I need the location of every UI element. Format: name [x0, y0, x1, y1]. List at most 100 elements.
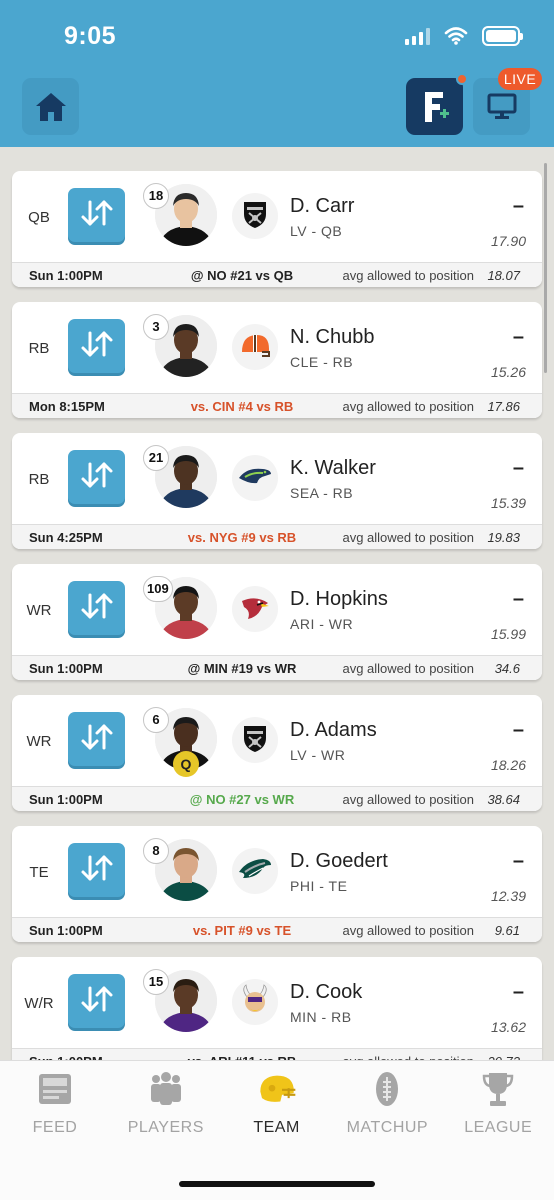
game-time: Sun 4:25PM [29, 530, 103, 545]
swap-arrows-icon [79, 592, 115, 625]
player-team-position: MIN - RB [290, 1009, 352, 1025]
vikings-logo-icon [238, 983, 272, 1022]
player-team-position: SEA - RB [290, 485, 354, 501]
swap-player-button[interactable] [68, 188, 125, 242]
home-button[interactable] [22, 78, 79, 135]
matchup-footer: Sun 1:00PM @ NO #21 vs QB avg allowed to p… [12, 262, 542, 287]
swap-arrows-icon [79, 985, 115, 1018]
tab-league[interactable]: LEAGUE [443, 1061, 553, 1151]
tab-feed[interactable]: FEED [0, 1061, 110, 1151]
team-logo [232, 324, 278, 370]
swap-arrows-icon [79, 330, 115, 363]
wifi-icon [444, 27, 468, 45]
season-average-points: 15.26 [490, 364, 526, 380]
cardinals-logo-icon [238, 593, 272, 626]
tab-players[interactable]: PLAYERS [111, 1061, 221, 1151]
player-rank-badge: 18 [143, 183, 169, 209]
season-average-points: 18.26 [490, 757, 526, 773]
roster-list[interactable]: QB 18 D. Carr LV - QB – 17.90 Sun 1:00PM @ NO #… [0, 147, 554, 1060]
player-rank-badge: 8 [143, 838, 169, 864]
avg-allowed-value: 9.61 [494, 923, 520, 938]
avg-allowed-value: 17.86 [487, 399, 520, 414]
team-logo [232, 586, 278, 632]
home-icon [35, 92, 66, 121]
player-name[interactable]: D. Cook [290, 981, 362, 1004]
season-average-points: 15.39 [490, 495, 526, 511]
player-card[interactable]: WR 6 Q D. Adams LV - WR – 18.26 Sun 1:00PM @ NO … [12, 695, 542, 811]
avg-allowed-value: 34.6 [494, 661, 520, 676]
scrollbar[interactable] [544, 163, 547, 373]
team-logo [232, 848, 278, 894]
battery-icon [482, 26, 523, 46]
projected-points: – [512, 326, 524, 348]
player-name[interactable]: D. Hopkins [290, 588, 388, 611]
opponent-matchup: @ NO #21 vs QB [190, 268, 294, 283]
avg-allowed-label: avg allowed to position [342, 268, 474, 283]
swap-arrows-icon [79, 461, 115, 494]
swap-player-button[interactable] [68, 843, 125, 897]
swap-arrows-icon [79, 199, 115, 232]
player-card[interactable]: RB 21 K. Walker SEA - RB – 15.39 Sun 4:25PM vs.… [12, 433, 542, 549]
player-card[interactable]: W/R 15 D. Cook MIN - RB – 13.62 Sun 1:00PMvs. … [12, 957, 542, 1060]
fantasy-app-button[interactable] [406, 73, 468, 135]
game-time: Sun 1:00PM [29, 268, 103, 283]
avg-allowed-value: 19.83 [487, 530, 520, 545]
team-logo [232, 717, 278, 763]
team-logo [232, 979, 278, 1025]
seahawks-logo-icon [237, 464, 273, 493]
season-average-points: 13.62 [490, 1019, 526, 1035]
roster-slot-label: TE [29, 864, 49, 881]
player-team-position: ARI - WR [290, 616, 354, 632]
swap-player-button[interactable] [68, 581, 125, 635]
swap-player-button[interactable] [68, 974, 125, 1028]
player-team-position: PHI - TE [290, 878, 348, 894]
app-header: 9:05 LIVE [0, 0, 554, 147]
season-average-points: 12.39 [490, 888, 526, 904]
player-name[interactable]: D. Goedert [290, 850, 388, 873]
player-name[interactable]: K. Walker [290, 457, 376, 480]
players-icon [146, 1070, 186, 1108]
feed-icon [35, 1070, 75, 1108]
swap-player-button[interactable] [68, 712, 125, 766]
player-name[interactable]: D. Carr [290, 195, 354, 218]
home-indicator[interactable] [179, 1181, 375, 1187]
opponent-matchup: vs. NYG #9 vs RB [187, 530, 297, 545]
projected-points: – [512, 195, 524, 217]
player-card[interactable]: WR 109 D. Hopkins ARI - WR – 15.99 Sun 1:00PM @… [12, 564, 542, 680]
player-card[interactable]: QB 18 D. Carr LV - QB – 17.90 Sun 1:00PM @ NO #… [12, 171, 542, 287]
tab-matchup[interactable]: MATCHUP [332, 1061, 442, 1151]
projected-points: – [512, 588, 524, 610]
tab-team[interactable]: TEAM [222, 1061, 332, 1151]
avg-allowed-label: avg allowed to position [342, 399, 474, 414]
raiders-logo-icon [239, 722, 271, 759]
roster-slot-label: W/R [24, 995, 54, 1012]
season-average-points: 17.90 [490, 233, 526, 249]
swap-player-button[interactable] [68, 450, 125, 504]
projected-points: – [512, 850, 524, 872]
projected-points: – [512, 457, 524, 479]
avg-allowed-value: 18.07 [487, 268, 520, 283]
player-card[interactable]: RB 3 N. Chubb CLE - RB – 15.26 Mon 8:15PM vs. C… [12, 302, 542, 418]
swap-player-button[interactable] [68, 319, 125, 373]
swap-arrows-icon [79, 854, 115, 887]
player-rank-badge: 3 [143, 314, 169, 340]
cellular-signal-icon [405, 27, 430, 45]
tab-label: TEAM [253, 1119, 300, 1136]
avg-allowed-label: avg allowed to position [342, 923, 474, 938]
player-rank-badge: 6 [143, 707, 169, 733]
season-average-points: 15.99 [490, 626, 526, 642]
game-time: Sun 1:00PM [29, 923, 103, 938]
player-card[interactable]: TE 8 D. Goedert PHI - TE – 12.39 Sun 1:00PM vs.… [12, 826, 542, 942]
swap-arrows-icon [79, 723, 115, 756]
tab-bar: FEED PLAYERS TEAM MATCHUP LEAGUE [0, 1060, 554, 1200]
projected-points: – [512, 719, 524, 741]
player-name[interactable]: D. Adams [290, 719, 377, 742]
team-logo [232, 455, 278, 501]
game-time: Sun 1:00PM [29, 661, 103, 676]
live-badge: LIVE [498, 68, 542, 90]
player-name[interactable]: N. Chubb [290, 326, 375, 349]
tab-label: FEED [32, 1119, 78, 1136]
notification-dot [456, 73, 468, 85]
game-time: Mon 8:15PM [29, 399, 105, 414]
tv-icon [487, 93, 516, 119]
